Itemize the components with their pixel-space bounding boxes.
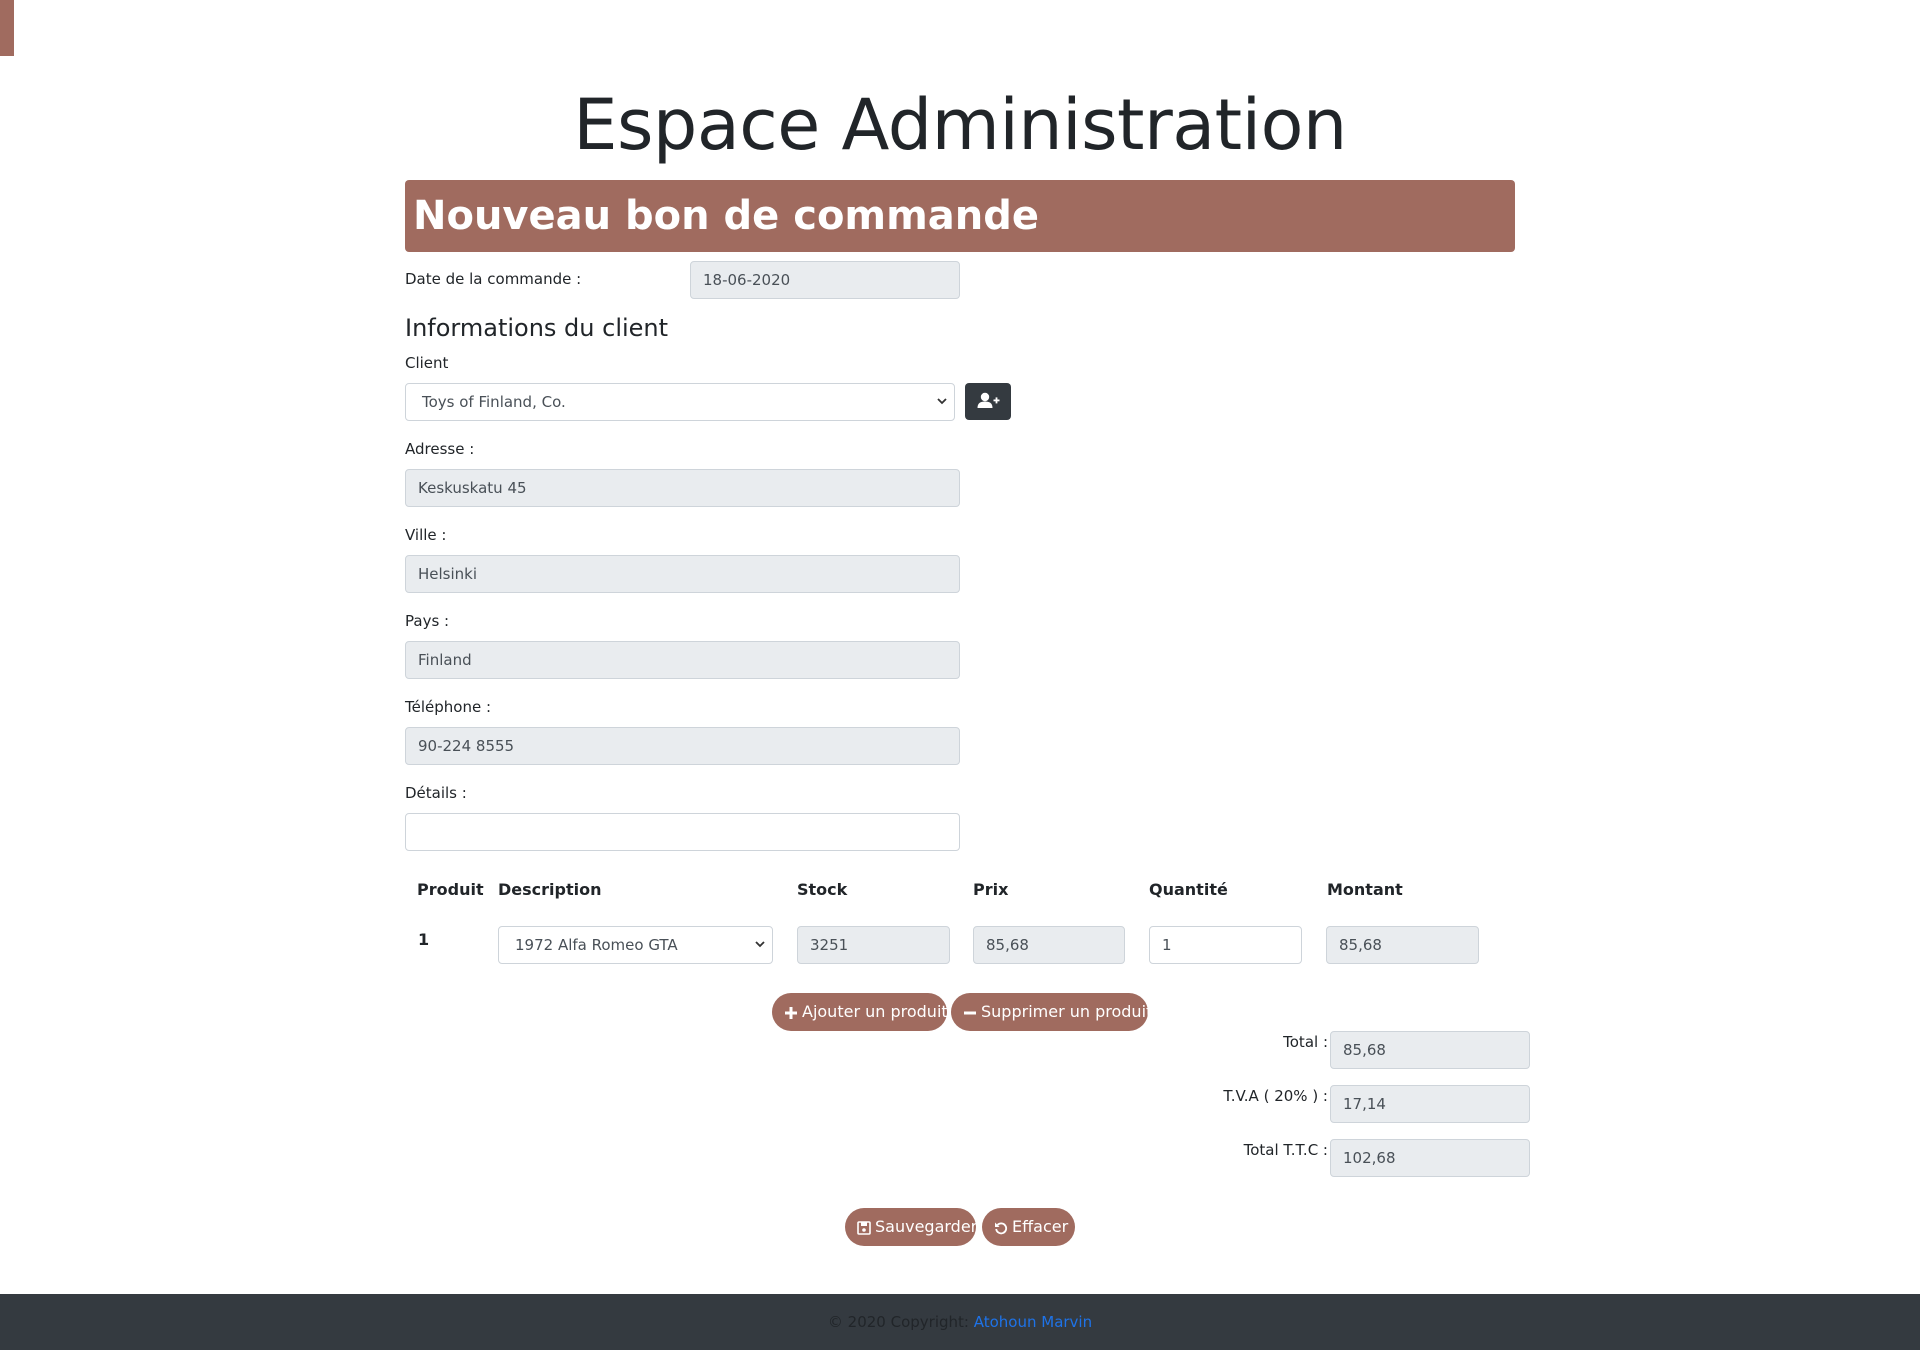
product-description-select[interactable]: 1972 Alfa Romeo GTA	[498, 926, 773, 964]
clear-label: Effacer	[1012, 1217, 1069, 1236]
footer-author-link[interactable]: Atohoun Marvin	[974, 1313, 1092, 1331]
details-field[interactable]	[405, 813, 960, 851]
order-date-label: Date de la commande :	[405, 270, 582, 288]
remove-product-label: Supprimer un produit	[981, 1002, 1153, 1021]
undo-icon	[995, 1222, 1008, 1234]
details-label: Détails :	[405, 784, 467, 802]
total-ttc-field[interactable]: 102,68	[1330, 1139, 1530, 1177]
order-date-field[interactable]: 18-06-2020	[690, 261, 960, 299]
remove-product-button[interactable]: Supprimer un produit	[951, 993, 1152, 1031]
save-label: Sauvegarder	[875, 1217, 978, 1236]
row-number: 1	[418, 930, 430, 949]
city-label: Ville :	[405, 526, 447, 544]
col-header-price: Prix	[973, 880, 1009, 899]
form-banner: Nouveau bon de commande	[405, 180, 1515, 252]
tva-field[interactable]: 17,14	[1330, 1085, 1530, 1123]
col-header-product: Produit	[417, 880, 484, 899]
phone-label: Téléphone :	[405, 698, 492, 716]
corner-tab	[0, 0, 14, 56]
col-header-stock: Stock	[797, 880, 848, 899]
product-amount-field[interactable]: 85,68	[1326, 926, 1479, 964]
city-field[interactable]: Helsinki	[405, 555, 960, 593]
phone-field[interactable]: 90-224 8555	[405, 727, 960, 765]
total-field[interactable]: 85,68	[1330, 1031, 1530, 1069]
col-header-amount: Montant	[1327, 880, 1403, 899]
product-price-field[interactable]: 85,68	[973, 926, 1125, 964]
col-header-quantity: Quantité	[1149, 880, 1228, 899]
client-select-value: Toys of Finland, Co.	[422, 393, 566, 411]
chevron-down-icon	[937, 398, 947, 405]
client-label: Client	[405, 354, 449, 372]
total-label: Total :	[1283, 1033, 1328, 1051]
product-stock-field[interactable]: 3251	[797, 926, 950, 964]
address-label: Adresse :	[405, 440, 475, 458]
minus-icon	[964, 1011, 976, 1014]
product-description-value: 1972 Alfa Romeo GTA	[515, 936, 678, 954]
chevron-down-icon	[755, 941, 765, 948]
country-label: Pays :	[405, 612, 450, 630]
product-quantity-field[interactable]: 1	[1149, 926, 1302, 964]
address-field[interactable]: Keskuskatu 45	[405, 469, 960, 507]
plus-icon	[785, 1006, 797, 1019]
tva-label: T.V.A ( 20% ) :	[1223, 1087, 1328, 1105]
client-select[interactable]: Toys of Finland, Co.	[405, 383, 955, 421]
floppy-disk-icon	[857, 1220, 871, 1235]
total-ttc-label: Total T.T.C :	[1243, 1141, 1328, 1159]
client-section-title: Informations du client	[405, 314, 669, 342]
col-header-description: Description	[498, 880, 602, 899]
page-title: Espace Administration	[573, 84, 1347, 166]
footer: © 2020 Copyright: Atohoun Marvin	[0, 1294, 1920, 1350]
footer-copyright: © 2020 Copyright:	[827, 1313, 969, 1331]
clear-button[interactable]: Effacer	[982, 1208, 1075, 1246]
add-product-label: Ajouter un produit	[802, 1002, 948, 1021]
country-field[interactable]: Finland	[405, 641, 960, 679]
add-client-button[interactable]	[965, 383, 1011, 420]
add-product-button[interactable]: Ajouter un produit	[772, 993, 948, 1031]
user-plus-icon	[977, 392, 1000, 408]
save-button[interactable]: Sauvegarder	[845, 1208, 978, 1246]
